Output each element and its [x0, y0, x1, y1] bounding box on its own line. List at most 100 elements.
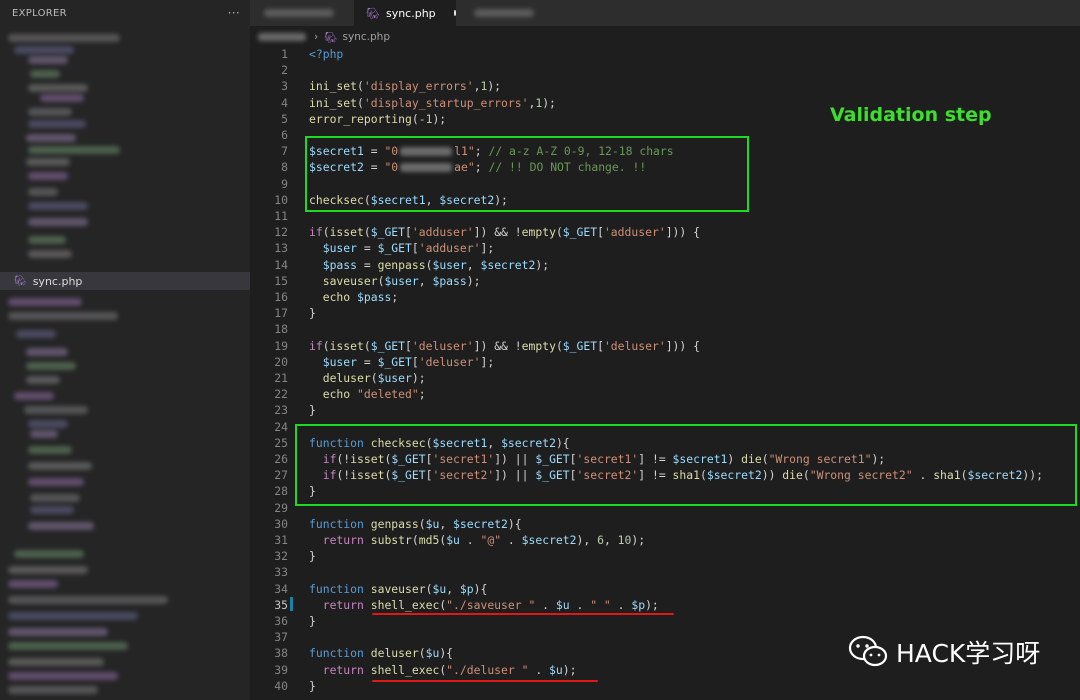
code-text: }: [309, 614, 316, 628]
file-tree-item-sync-php[interactable]: 🐘︎ sync.php: [0, 272, 250, 290]
line-number: 3: [281, 79, 288, 94]
code-line[interactable]: 2: [250, 62, 309, 78]
code-line[interactable]: 5 error_reporting(-1);: [250, 111, 446, 127]
code-token: ]) && !: [473, 338, 522, 353]
redacted-file-tree-item[interactable]: [28, 522, 94, 530]
code-line[interactable]: 6: [250, 127, 309, 143]
breadcrumb-file[interactable]: sync.php: [343, 31, 390, 43]
redacted-file-tree-item[interactable]: [8, 642, 128, 650]
code-token: substr: [370, 533, 412, 547]
code-line[interactable]: 1 <?php: [250, 46, 343, 62]
modified-dot-icon[interactable]: [453, 10, 456, 16]
code-text: if(isset($_GET['adduser']) && !empty($_G…: [309, 225, 700, 239]
redacted-file-tree-item[interactable]: [26, 348, 68, 356]
code-token: [: [411, 241, 419, 256]
redacted-file-tree-item[interactable]: [8, 596, 168, 604]
code-line[interactable]: 22 echo "deleted";: [250, 386, 425, 402]
redacted-file-tree-item[interactable]: [30, 494, 80, 502]
redacted-file-tree-item[interactable]: [28, 56, 68, 64]
redacted-file-tree-item[interactable]: [28, 172, 68, 180]
code-line[interactable]: 4 ini_set('display_startup_errors',1);: [250, 95, 556, 111]
redacted-file-tree-item[interactable]: [28, 202, 88, 210]
redacted-file-tree-item[interactable]: [40, 94, 84, 102]
code-line[interactable]: 31 return substr(md5($u . "@" . $secret2…: [250, 532, 645, 548]
redacted-file-tree-item[interactable]: [30, 430, 58, 438]
code-line[interactable]: 33: [250, 564, 309, 580]
redacted-file-tree-item[interactable]: [30, 506, 74, 514]
code-line[interactable]: 23}: [250, 402, 316, 418]
code-line[interactable]: 32}: [250, 548, 316, 564]
code-token: ];: [480, 354, 495, 369]
code-line[interactable]: 37: [250, 629, 309, 645]
redacted-file-tree-item[interactable]: [28, 250, 72, 258]
redacted-file-tree-item[interactable]: [8, 612, 138, 620]
code-line[interactable]: 3 ini_set('display_errors',1);: [250, 78, 501, 94]
code-token: [: [405, 225, 412, 240]
code-line[interactable]: 18: [250, 321, 309, 337]
line-number: 7: [281, 144, 288, 159]
line-number: 21: [274, 371, 288, 385]
code-line[interactable]: 40}: [250, 678, 316, 694]
tab-redacted[interactable]: [250, 0, 350, 26]
redacted-file-tree-item[interactable]: [28, 236, 66, 244]
redacted-file-tree-item[interactable]: [14, 46, 74, 54]
code-token: $u: [425, 516, 440, 531]
code-token: return: [322, 597, 364, 612]
redacted-file-tree-item[interactable]: [28, 446, 72, 454]
redacted-file-tree-item[interactable]: [30, 70, 60, 78]
redacted-file-tree-item[interactable]: [8, 566, 88, 574]
code-line[interactable]: 17}: [250, 305, 316, 321]
redacted-file-tree-item[interactable]: [28, 120, 86, 128]
tab-redacted[interactable]: [462, 0, 557, 26]
tab-sync-php[interactable]: 🐘︎ sync.php: [354, 0, 456, 26]
code-line[interactable]: 38 function deluser($u){: [250, 645, 453, 661]
code-line[interactable]: 30 function genpass($u, $secret2){: [250, 516, 521, 532]
more-actions-icon[interactable]: ···: [228, 6, 240, 20]
code-line[interactable]: 21 deluser($user);: [250, 370, 425, 386]
code-token: (: [555, 338, 563, 353]
redacted-file-tree-item[interactable]: [16, 330, 56, 338]
redacted-file-tree-item[interactable]: [8, 628, 108, 636]
code-line[interactable]: 13 $user = $_GET['adduser'];: [250, 240, 494, 256]
redacted-file-tree-item[interactable]: [26, 134, 76, 142]
redacted-file-tree-item[interactable]: [28, 420, 68, 428]
code-line[interactable]: 15 saveuser($user, $pass);: [250, 273, 480, 289]
redacted-file-tree-item[interactable]: [8, 686, 98, 694]
code-line[interactable]: 35 return shell_exec("./saveuser " . $u …: [250, 597, 659, 613]
code-line[interactable]: 39 return shell_exec("./deluser " . $u);: [250, 662, 576, 678]
redacted-file-tree-item[interactable]: [8, 312, 118, 320]
redacted-file-tree-item[interactable]: [28, 462, 92, 470]
redacted-file-tree-item[interactable]: [14, 550, 84, 558]
redacted-file-tree-item[interactable]: [28, 218, 88, 226]
code-token: ;: [391, 290, 399, 304]
redacted-file-tree-item[interactable]: [28, 108, 72, 116]
code-text: ini_set('display_errors',1);: [309, 79, 501, 93]
redacted-file-tree-item[interactable]: [8, 34, 120, 42]
redacted-file-tree-item[interactable]: [8, 298, 82, 306]
redacted-file-tree-item[interactable]: [26, 376, 60, 384]
redacted-file-tree-item[interactable]: [28, 146, 120, 154]
redacted-file-tree-item[interactable]: [24, 406, 88, 414]
code-line[interactable]: 12 if(isset($_GET['adduser']) && !empty($…: [250, 224, 700, 240]
redacted-file-tree-item[interactable]: [28, 84, 88, 92]
code-line[interactable]: 14 $pass = genpass($user, $secret2);: [250, 257, 549, 273]
code-line[interactable]: 16 echo $pass;: [250, 289, 398, 305]
redacted-file-tree-item[interactable]: [8, 672, 118, 680]
redacted-file-tree-item[interactable]: [8, 658, 104, 666]
redacted-file-tree-item[interactable]: [28, 188, 58, 196]
redacted-file-tree-item[interactable]: [14, 392, 54, 400]
redacted-file-tree-item[interactable]: [26, 158, 70, 166]
code-line[interactable]: 36}: [250, 613, 316, 629]
code-line[interactable]: 20 $user = $_GET['deluser'];: [250, 354, 494, 370]
redacted-breadcrumb-folder[interactable]: [258, 33, 306, 41]
code-text: return shell_exec("./deluser " . $u);: [309, 663, 577, 677]
redacted-file-tree-item[interactable]: [8, 580, 58, 588]
redacted-file-tree-item[interactable]: [26, 362, 76, 370]
code-line[interactable]: 19 if(isset($_GET['deluser']) && !empty($…: [250, 338, 700, 354]
redacted-file-tree-item[interactable]: [28, 478, 84, 486]
code-line[interactable]: 34 function saveuser($u, $p){: [250, 581, 487, 597]
code-line[interactable]: 11: [250, 208, 309, 224]
code-line[interactable]: 9: [250, 176, 309, 192]
code-token: 'adduser': [411, 225, 474, 240]
